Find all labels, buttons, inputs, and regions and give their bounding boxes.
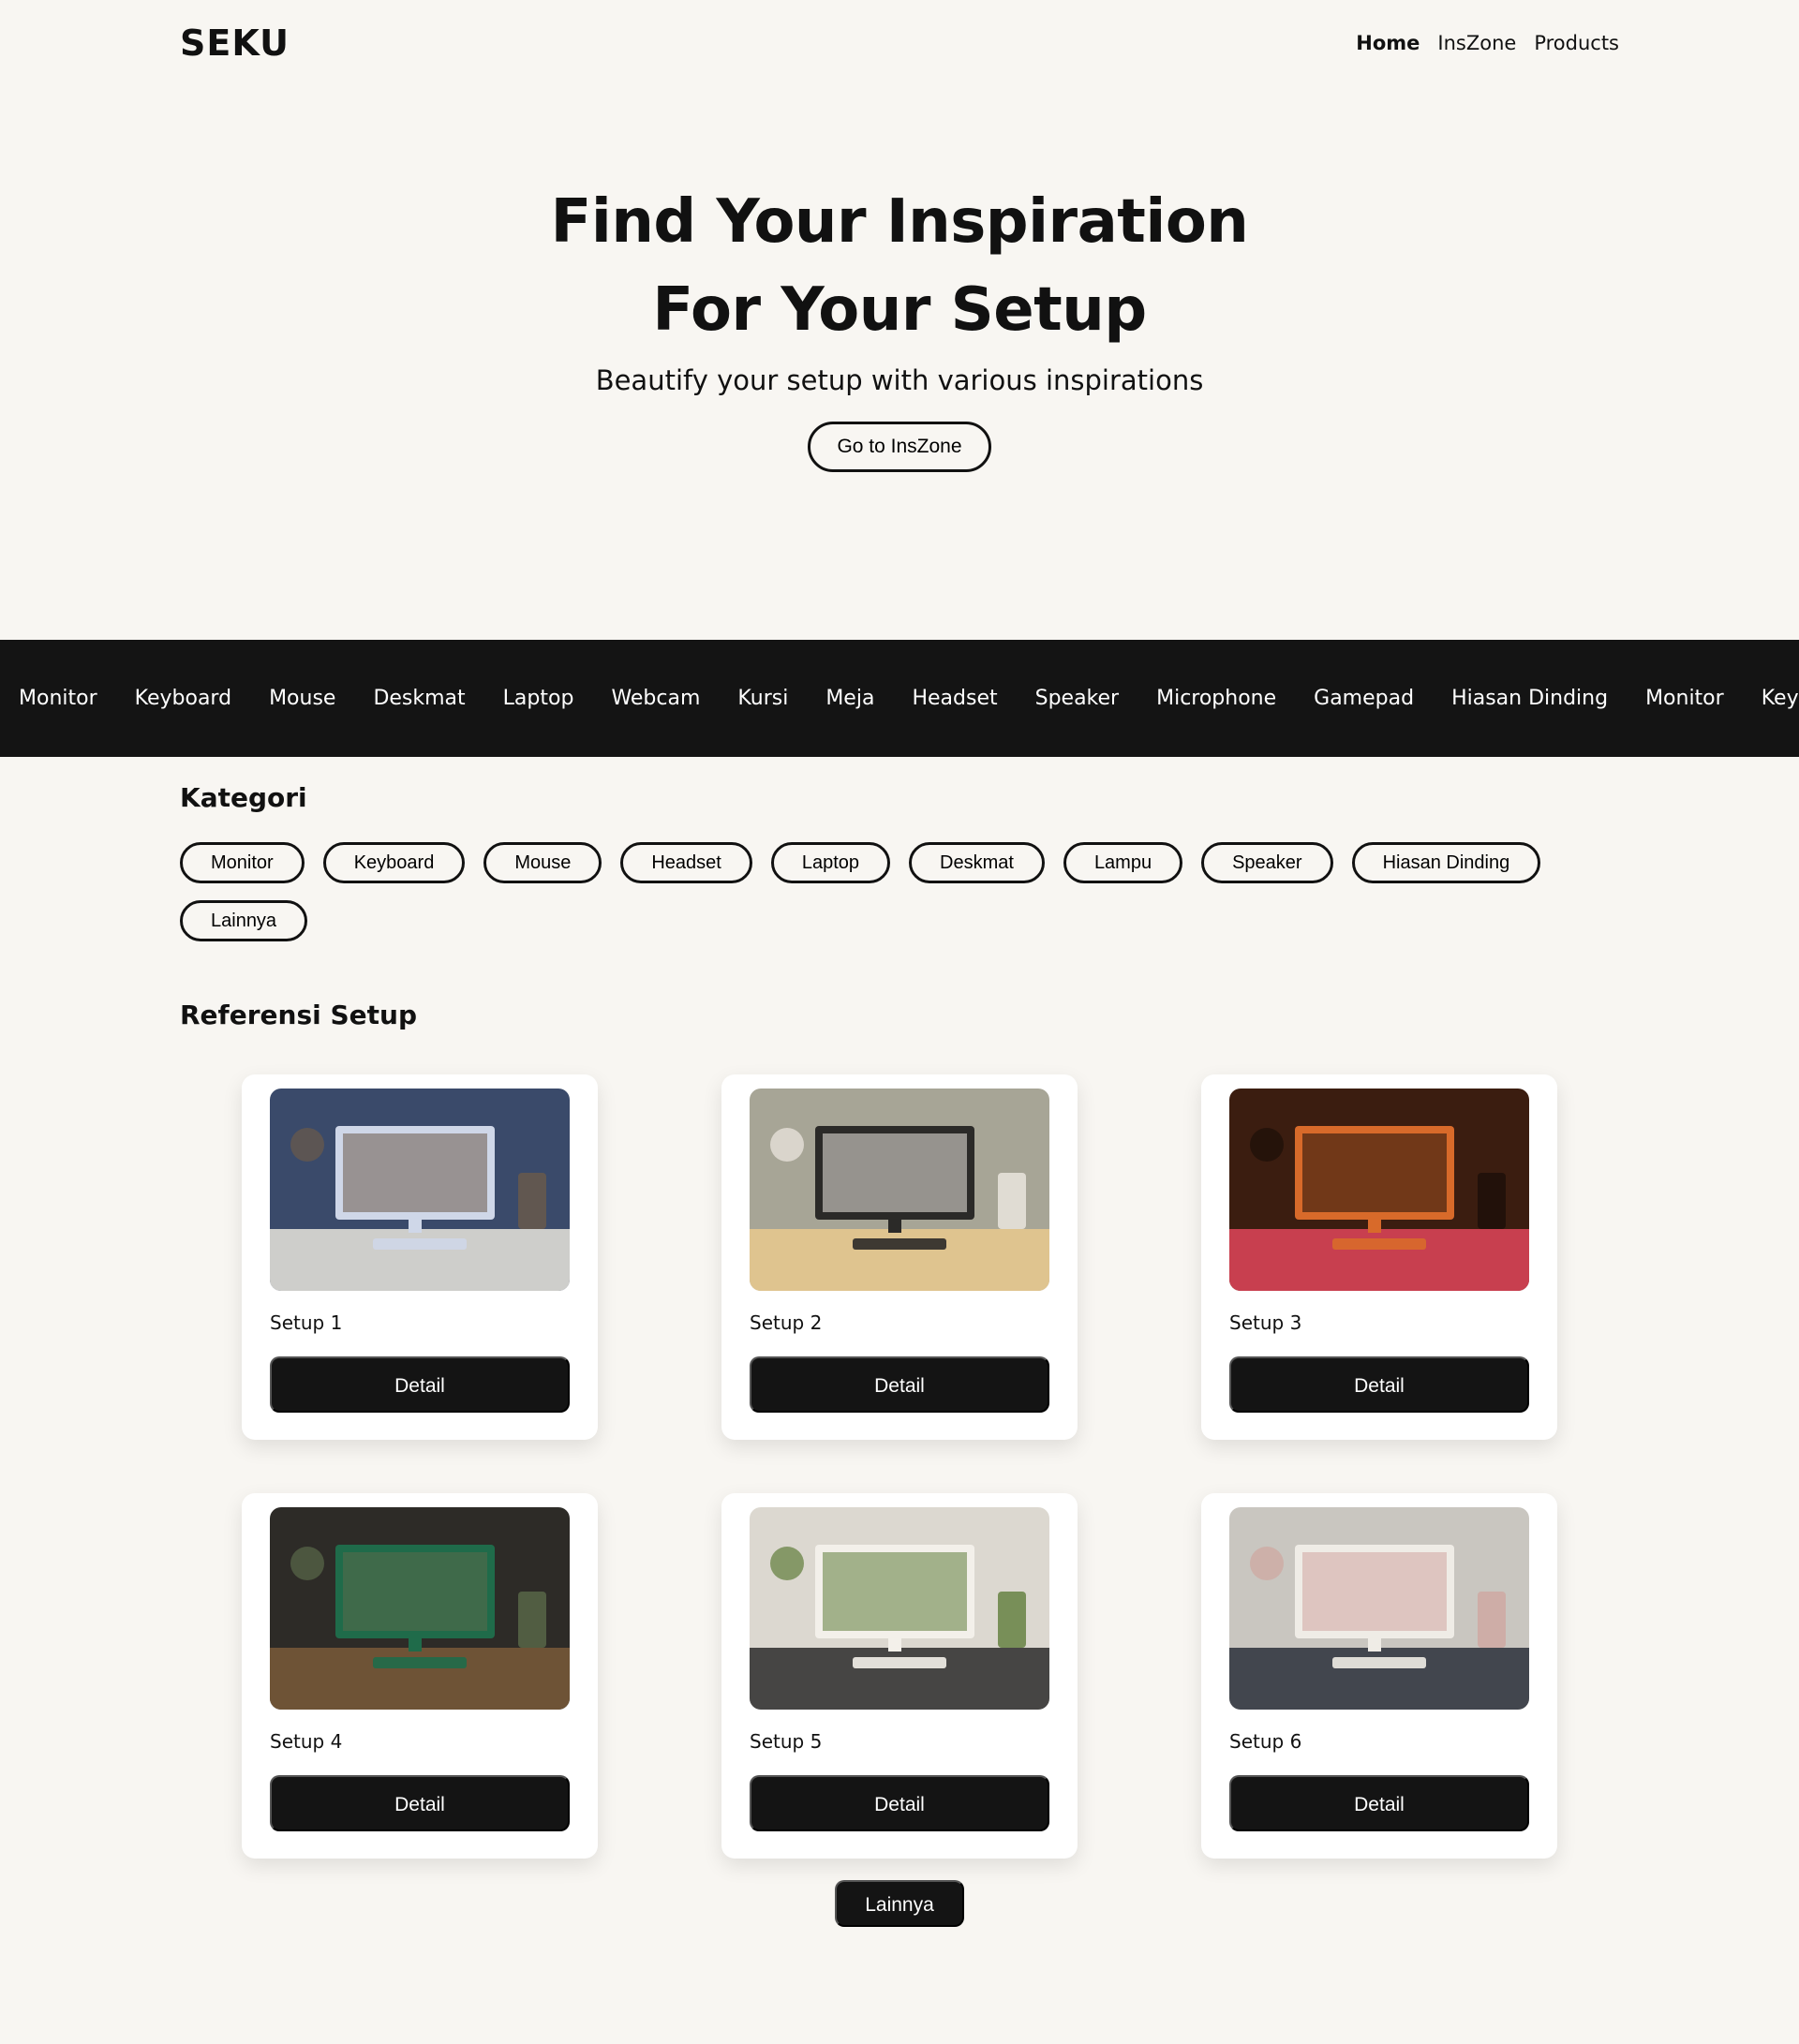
category-chip-lampu[interactable]: Lampu [1063,842,1183,883]
navbar: SEKU Home InsZone Products [0,0,1799,89]
nav-link-home[interactable]: Home [1356,32,1420,54]
marquee-item: Hiasan Dinding [1451,687,1609,710]
setup-cards-grid: Setup 1 Detail Setup 2 Detail Setup 3 Detail S… [242,1074,1557,1859]
logo[interactable]: SEKU [180,22,290,64]
kategori-title: Kategori [180,782,307,813]
setup-card-label: Setup 6 [1229,1730,1302,1753]
nav-link-inszone[interactable]: InsZone [1437,32,1516,54]
nav-links: Home InsZone Products [1356,32,1619,54]
category-chip-headset[interactable]: Headset [620,842,752,883]
category-chip-speaker[interactable]: Speaker [1201,842,1333,883]
marquee-item: Microphone [1156,687,1277,710]
referensi-title: Referensi Setup [180,1000,417,1030]
lainnya-button[interactable]: Lainnya [835,1880,964,1927]
marquee-item: Kursi [737,687,789,710]
detail-button[interactable]: Detail [270,1356,570,1413]
setup-card: Setup 3 Detail [1201,1074,1557,1440]
setup-card: Setup 4 Detail [242,1493,598,1859]
hero-subtitle: Beautify your setup with various inspira… [595,364,1204,396]
marquee-item: Deskmat [373,687,466,710]
marquee-track: Monitor Keyboard Mouse Deskmat Laptop Webcam K… [19,640,1799,757]
detail-button[interactable]: Detail [270,1775,570,1831]
setup-card: Setup 2 Detail [721,1074,1078,1440]
setup-card-label: Setup 4 [270,1730,343,1753]
category-chip-mouse[interactable]: Mouse [483,842,602,883]
marquee-item: Gamepad [1314,687,1415,710]
setup-card-label: Setup 2 [750,1311,823,1334]
marquee-item: Headset [912,687,998,710]
marquee-item: Keyboard [1761,687,1799,710]
category-chip-monitor[interactable]: Monitor [180,842,305,883]
category-chip-lainnya[interactable]: Lainnya [180,900,308,941]
hero-title-line-2: For Your Setup [652,275,1147,345]
marquee-item: Speaker [1034,687,1120,710]
detail-button[interactable]: Detail [750,1775,1049,1831]
hero-section: Find Your Inspiration For Your Setup Bea… [0,178,1799,472]
marquee-item: Monitor [19,687,97,710]
kategori-chips: Monitor Keyboard Mouse Headset Laptop Deskmat… [180,842,1642,941]
detail-button[interactable]: Detail [1229,1356,1529,1413]
setup-image[interactable] [1229,1089,1529,1291]
hero-title-line-1: Find Your Inspiration [550,187,1249,257]
go-to-inszone-button[interactable]: Go to InsZone [808,422,991,472]
category-chip-deskmat[interactable]: Deskmat [909,842,1045,883]
setup-card-label: Setup 1 [270,1311,343,1334]
marquee-item: Webcam [611,687,701,710]
category-marquee: Monitor Keyboard Mouse Deskmat Laptop Webcam K… [0,640,1799,757]
setup-image[interactable] [750,1507,1049,1710]
setup-image[interactable] [750,1089,1049,1291]
setup-card: Setup 1 Detail [242,1074,598,1440]
marquee-item: Monitor [1645,687,1724,710]
category-chip-hiasan-dinding[interactable]: Hiasan Dinding [1351,842,1541,883]
setup-card: Setup 5 Detail [721,1493,1078,1859]
marquee-item: Keyboard [134,687,232,710]
setup-card-label: Setup 3 [1229,1311,1302,1334]
marquee-item: Mouse [269,687,336,710]
setup-image[interactable] [1229,1507,1529,1710]
setup-image[interactable] [270,1089,570,1291]
category-chip-laptop[interactable]: Laptop [770,842,891,883]
detail-button[interactable]: Detail [1229,1775,1529,1831]
marquee-item: Laptop [502,687,574,710]
marquee-item: Meja [825,687,875,710]
detail-button[interactable]: Detail [750,1356,1049,1413]
setup-card: Setup 6 Detail [1201,1493,1557,1859]
hero-title: Find Your Inspiration For Your Setup [0,178,1799,354]
setup-card-label: Setup 5 [750,1730,823,1753]
setup-image[interactable] [270,1507,570,1710]
nav-link-products[interactable]: Products [1534,32,1619,54]
category-chip-keyboard[interactable]: Keyboard [322,842,466,883]
